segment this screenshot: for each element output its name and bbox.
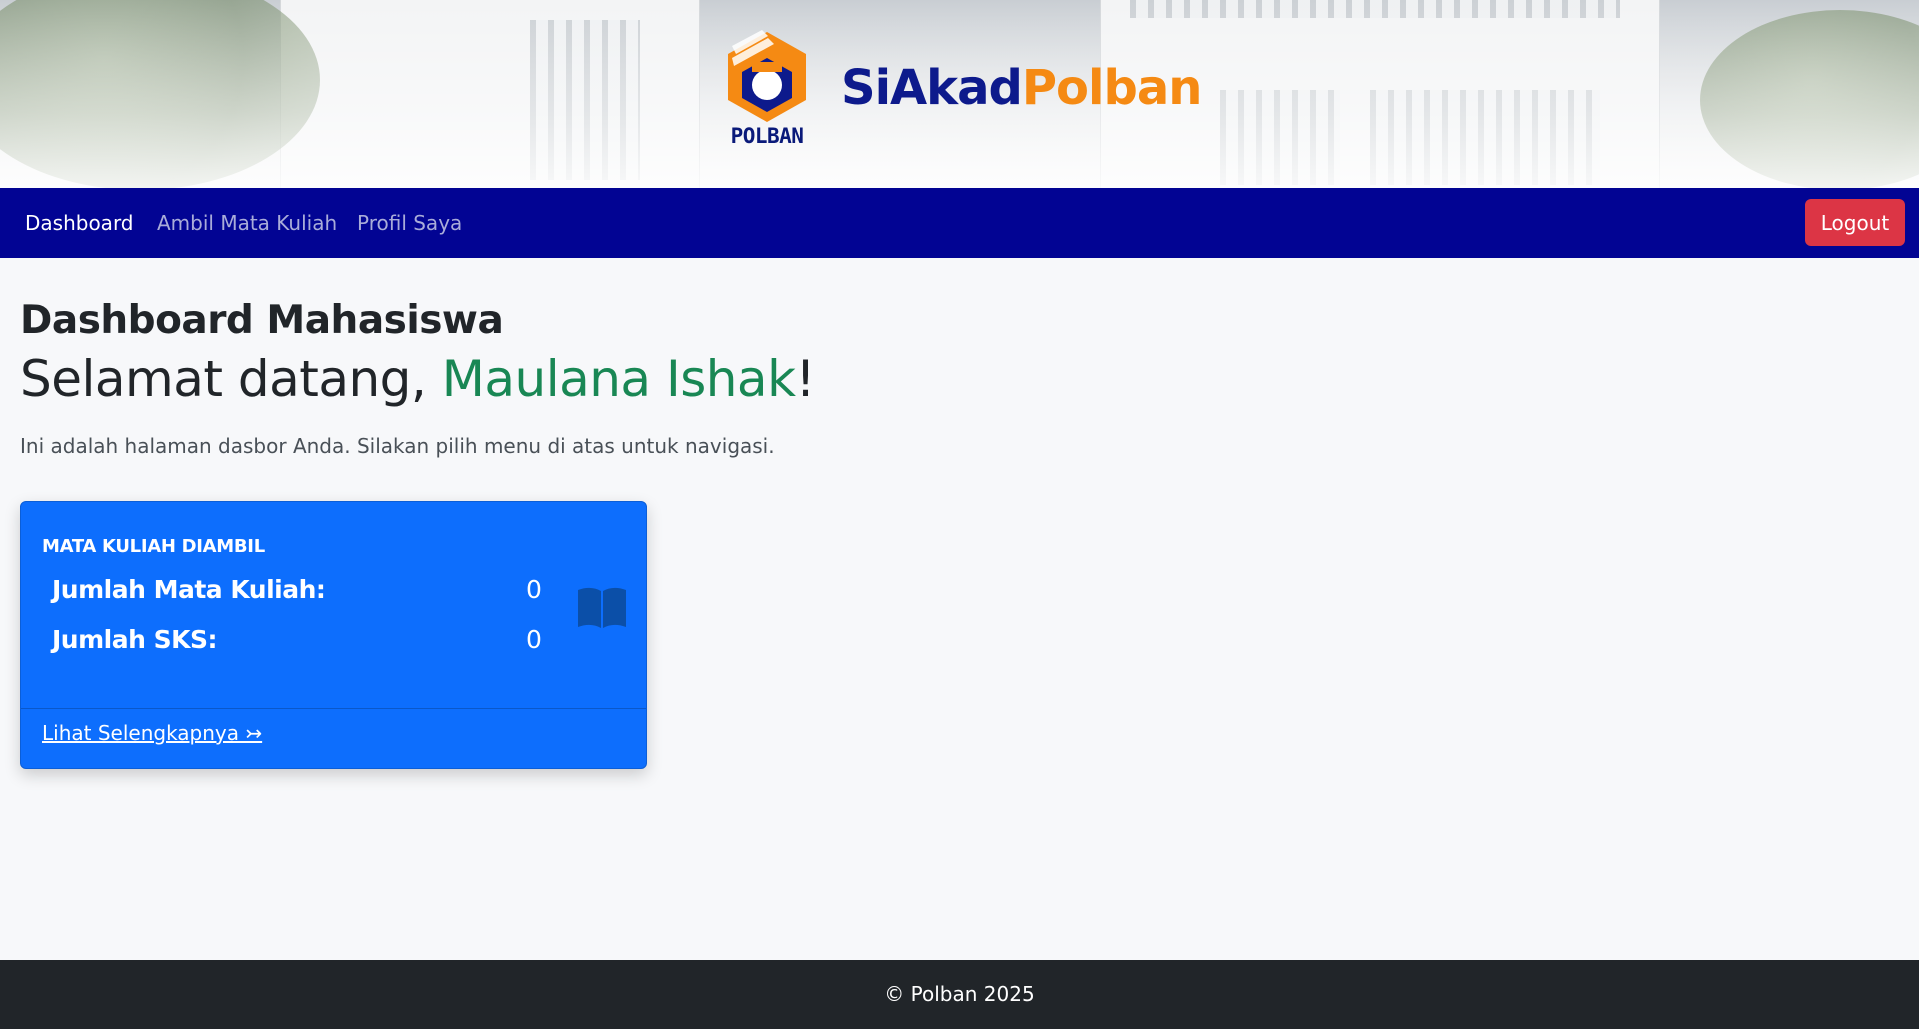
intro-text: Ini adalah halaman dasbor Anda. Silakan … xyxy=(20,434,775,458)
welcome-prefix: Selamat datang, xyxy=(20,350,442,408)
brand-siakad: SiAkad xyxy=(841,60,1023,116)
card-title: MATA KULIAH DIAMBIL xyxy=(42,536,265,557)
footer-copyright: © Polban 2025 xyxy=(884,982,1035,1006)
stat-label-sks: Jumlah SKS: xyxy=(52,625,217,654)
brand-polban: Polban xyxy=(1021,60,1203,116)
courses-card: MATA KULIAH DIAMBIL Jumlah Mata Kuliah: … xyxy=(20,501,647,769)
app-brand: SiAkadPolban xyxy=(841,58,1203,118)
stat-label-courses: Jumlah Mata Kuliah: xyxy=(52,575,326,604)
user-name: Maulana Ishak xyxy=(441,350,796,408)
nav-ambil-mata-kuliah[interactable]: Ambil Mata Kuliah xyxy=(157,188,337,258)
polban-logo-text: POLBAN xyxy=(730,124,804,148)
page-title: Dashboard Mahasiswa xyxy=(20,298,504,343)
welcome-suffix: ! xyxy=(795,350,816,408)
stat-value-courses: 0 xyxy=(526,575,542,604)
card-divider xyxy=(21,708,646,709)
welcome-heading: Selamat datang, Maulana Ishak! xyxy=(20,350,816,408)
polban-logo: POLBAN xyxy=(722,28,812,152)
polban-logo-icon xyxy=(728,30,806,122)
nav-profil-saya[interactable]: Profil Saya xyxy=(357,188,462,258)
logout-button[interactable]: Logout xyxy=(1805,199,1905,246)
main-navbar: Dashboard Ambil Mata Kuliah Profil Saya … xyxy=(0,188,1919,258)
header-banner: POLBAN SiAkadPolban xyxy=(0,0,1919,188)
book-icon xyxy=(578,587,626,628)
page-footer: © Polban 2025 xyxy=(0,960,1919,1029)
stat-value-sks: 0 xyxy=(526,625,542,654)
see-more-link[interactable]: Lihat Selengkapnya ↣ xyxy=(42,721,262,745)
nav-dashboard[interactable]: Dashboard xyxy=(25,188,134,258)
